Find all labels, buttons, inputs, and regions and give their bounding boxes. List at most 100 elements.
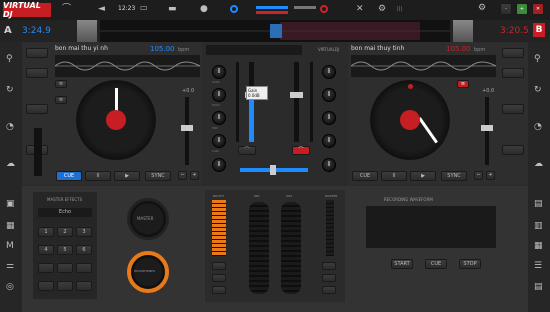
sidebar-left-sampler2-icon[interactable]: ▦: [6, 222, 15, 231]
deck-a-side-btn-1[interactable]: [26, 68, 48, 78]
deck-a-filter-knob[interactable]: [212, 158, 226, 172]
minimize-button[interactable]: –: [500, 3, 512, 15]
sidebar-right-video-icon[interactable]: ◔: [534, 123, 542, 132]
deck-b-mid-knob[interactable]: [322, 111, 336, 125]
sidebar-right-chart-icon[interactable]: ▤: [534, 283, 543, 292]
master-effects-btn-4[interactable]: 4: [38, 245, 54, 255]
sidebar-left-master-icon[interactable]: M: [6, 242, 14, 251]
sidebar-right-browser-icon[interactable]: ⚲: [534, 55, 541, 64]
booth-btn-2[interactable]: [212, 274, 226, 282]
crossfader[interactable]: [240, 165, 308, 175]
sidebar-right-fx-icon[interactable]: ▤: [534, 200, 543, 209]
close-button[interactable]: ✕: [532, 3, 544, 15]
deck-a-low-knob[interactable]: [212, 134, 226, 148]
deck-a-play-button[interactable]: ▶: [114, 171, 140, 181]
deck-a-volume-slider[interactable]: [34, 128, 42, 176]
deck-b-pitch-minus[interactable]: −: [474, 171, 483, 180]
master-btn-1[interactable]: [322, 262, 336, 270]
recording-cue-button[interactable]: CUE: [425, 259, 447, 269]
broadcast-icon[interactable]: ▬: [168, 5, 177, 14]
record-icon[interactable]: ▭: [140, 4, 148, 12]
deck-b-pitch-plus[interactable]: +: [486, 171, 495, 180]
mic-fader[interactable]: [249, 202, 269, 294]
master-effects-btn-7[interactable]: [38, 263, 54, 273]
deck-b-keylock-button[interactable]: ≡: [457, 80, 469, 88]
master-effects-btn-2[interactable]: 2: [57, 227, 73, 237]
sidebar-left-mic-icon[interactable]: ⚌: [6, 262, 14, 271]
deck-b-headphone-cue[interactable]: ⌒: [292, 146, 310, 155]
deck-b-side-btn-2[interactable]: [502, 68, 524, 78]
mixer-search-bar[interactable]: [206, 45, 302, 55]
master-effects-btn-10[interactable]: [38, 281, 54, 291]
sidebar-left-scratch-icon[interactable]: ☁: [6, 160, 15, 169]
tools-icon[interactable]: ⚙: [378, 5, 386, 14]
deck-a-pitch-plus[interactable]: +: [190, 171, 199, 180]
app-logo[interactable]: VIRTUAL DJ: [3, 1, 51, 19]
sidebar-left-video-icon[interactable]: ◔: [6, 123, 14, 132]
deck-b-pause-button[interactable]: II: [381, 171, 407, 181]
deck-a-cue-button[interactable]: CUE: [56, 171, 82, 181]
deck-b-pitch-slider[interactable]: [481, 97, 493, 165]
deck-a-pitch-slider[interactable]: [181, 97, 193, 165]
recording-start-button[interactable]: START: [391, 259, 413, 269]
sidebar-right-scratch-icon[interactable]: ☁: [534, 160, 543, 169]
master-effects-btn-3[interactable]: 3: [76, 227, 92, 237]
settings-icon[interactable]: ●: [200, 5, 208, 14]
sidebar-left-sampler-icon[interactable]: ↻: [6, 86, 14, 95]
deck-a-pitch-minus[interactable]: −: [178, 171, 187, 180]
deck-a-sync-button[interactable]: SYNC: [145, 171, 171, 181]
headphones-volume-knob[interactable]: HEADPHONES: [127, 251, 169, 293]
master-effects-select[interactable]: Echo: [38, 208, 92, 217]
master-effects-btn-11[interactable]: [57, 281, 73, 291]
sidebar-right-grid-icon[interactable]: ▦: [534, 242, 543, 251]
deck-b-gain-knob[interactable]: [322, 65, 336, 79]
deck-a-side-btn-2[interactable]: [26, 104, 48, 114]
deck-a-mid-knob[interactable]: [212, 111, 226, 125]
deck-a-pause-button[interactable]: II: [85, 171, 111, 181]
deck-a-headphone-cue[interactable]: ⌒: [238, 146, 256, 155]
master-btn-3[interactable]: [322, 286, 336, 294]
master-volume-knob[interactable]: MASTER: [127, 198, 169, 240]
deck-b-high-knob[interactable]: [322, 88, 336, 102]
maximize-button[interactable]: +: [516, 3, 528, 15]
speaker-icon[interactable]: ◄: [98, 5, 105, 14]
deck-b-low-knob[interactable]: [322, 134, 336, 148]
deck-b-channel-fader[interactable]: [290, 62, 303, 142]
deck-a-channel-fader[interactable]: [245, 62, 258, 142]
booth-btn-1[interactable]: [212, 262, 226, 270]
deck-b-side-btn-4[interactable]: [502, 145, 524, 155]
sidebar-right-sampler-icon[interactable]: ↻: [534, 86, 542, 95]
deck-b-side-btn-3[interactable]: [502, 104, 524, 114]
fx-icon[interactable]: ✕: [356, 5, 364, 14]
sidebar-left-fx-icon[interactable]: ▣: [6, 200, 15, 209]
deck-a-keylock-button[interactable]: ≡: [55, 80, 67, 88]
master-effects-btn-9[interactable]: [76, 263, 92, 273]
booth-btn-3[interactable]: [212, 286, 226, 294]
gear-icon[interactable]: ⚙: [478, 4, 486, 13]
deck-a-loop-button[interactable]: [26, 48, 48, 58]
deck-a-gain-knob[interactable]: [212, 65, 226, 79]
master-effects-btn-12[interactable]: [76, 281, 92, 291]
aux-fader[interactable]: [281, 202, 301, 294]
deck-a-key-button[interactable]: ≡: [55, 96, 67, 104]
master-effects-btn-1[interactable]: 1: [38, 227, 54, 237]
sidebar-left-broadcast-icon[interactable]: ◎: [6, 283, 14, 292]
recording-stop-button[interactable]: STOP: [459, 259, 481, 269]
deck-a-jogwheel[interactable]: [76, 80, 156, 160]
headphones-icon[interactable]: ⌒: [62, 5, 71, 14]
deck-b-side-btn-1[interactable]: [502, 48, 524, 58]
sidebar-right-list-icon[interactable]: ☰: [534, 262, 542, 271]
master-effects-btn-8[interactable]: [57, 263, 73, 273]
deck-b-cue-button[interactable]: CUE: [352, 171, 378, 181]
master-effects-btn-5[interactable]: 5: [57, 245, 73, 255]
sidebar-left-browser-icon[interactable]: ⚲: [6, 55, 13, 64]
sidebar-right-pad-icon[interactable]: ▥: [534, 222, 543, 231]
deck-b-sync-button[interactable]: SYNC: [441, 171, 467, 181]
master-btn-2[interactable]: [322, 274, 336, 282]
deck-b-play-button[interactable]: ▶: [410, 171, 436, 181]
deck-b-jogwheel[interactable]: [370, 80, 450, 160]
master-effects-btn-6[interactable]: 6: [76, 245, 92, 255]
deck-b-filter-knob[interactable]: [322, 158, 336, 172]
deck-a-high-knob[interactable]: [212, 88, 226, 102]
deck-a-title: bon mai thu yi nh: [55, 45, 108, 52]
